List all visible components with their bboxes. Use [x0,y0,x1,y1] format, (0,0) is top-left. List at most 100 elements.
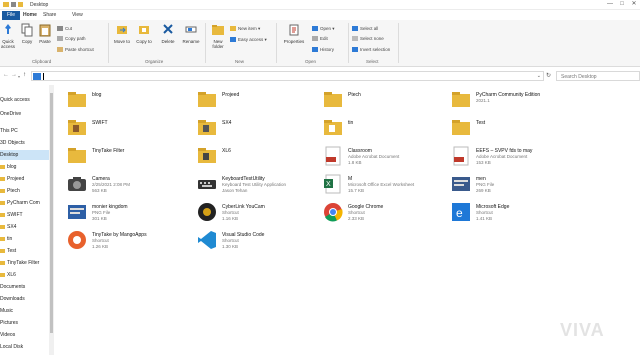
window-title: Desktop [30,2,49,8]
excel-icon: X [324,174,341,194]
file-item[interactable]: SWIFT [66,117,196,143]
file-item[interactable]: Projeed [196,89,326,115]
delete-button[interactable]: Delete [158,23,178,44]
new-folder-icon [212,25,224,35]
file-item[interactable]: Camera 2/25/2021 2:08 PM 563 KB [66,173,196,199]
sidebar-item-ptech[interactable]: Ptech [0,186,52,196]
sidebar-item-tin[interactable]: tin [0,234,52,244]
sidebar-item-videos[interactable]: Videos [0,330,52,340]
invert-selection-button[interactable]: Invert selection [352,47,390,53]
rename-button[interactable]: Rename [180,23,202,44]
up-arrow-icon[interactable]: ↑ [23,72,26,78]
sidebar-item-blog[interactable]: blog [0,162,52,172]
chevron-down-icon[interactable]: ⌄ [537,73,541,79]
file-item[interactable]: X M Microsoft Office Excel Worksheet 15.… [322,173,452,199]
cut-button[interactable]: Cut [57,26,72,32]
sidebar-item-downloads[interactable]: Downloads [0,294,52,304]
copy-path-icon [57,36,63,42]
maximize-button[interactable]: □ [616,0,628,9]
file-item[interactable]: Test [450,117,580,143]
move-to-button[interactable]: Move to [112,23,132,44]
copy-button[interactable]: Copy [18,23,36,44]
file-item[interactable]: CyberLink YouCam Shortcut 1.16 KB [196,201,326,227]
close-button[interactable]: ✕ [628,0,640,9]
sidebar-item-tinytake-filter[interactable]: TinyTake Filter [0,258,52,268]
minimize-button[interactable]: — [604,0,616,9]
file-item[interactable]: tin [322,117,452,143]
ribbon-divider [348,23,349,63]
back-arrow-icon[interactable]: ← [3,72,9,78]
sidebar-item-this-pc[interactable]: This PC [0,126,52,136]
ribbon-divider [398,23,399,63]
file-item[interactable]: KeyboardTestUtility Keyboard Test Utilit… [196,173,326,199]
folder-icon [0,176,5,181]
camera-icon [68,177,86,191]
folder-icon [324,92,342,107]
edit-button[interactable]: Edit [312,36,328,42]
paste-button[interactable]: Paste [36,23,54,44]
sidebar-item-xl6[interactable]: XL6 [0,270,52,280]
refresh-icon[interactable]: ↻ [546,72,551,79]
file-item[interactable]: XL6 [196,145,326,171]
sidebar-item-sx4[interactable]: SX4 [0,222,52,232]
title-bar: Desktop — □ ✕ [0,0,640,10]
properties-button[interactable]: Properties [280,23,308,44]
copy-path-button[interactable]: Copy path [57,36,86,42]
sidebar-item-pycharm[interactable]: PyCharm Com [0,198,52,208]
file-list: blog Projeed Ptech PyCharm Community Edi… [56,85,640,360]
new-folder-button[interactable]: New folder [208,23,228,49]
quick-access-toolbar-icon[interactable] [3,1,27,8]
sidebar-scrollbar[interactable] [49,85,54,355]
folder-icon [324,120,342,135]
folder-icon [0,272,5,277]
folder-icon [0,200,5,205]
sidebar-item-test[interactable]: Test [0,246,52,256]
address-bar[interactable]: ⌄ [31,71,544,81]
sidebar-item-pictures[interactable]: Pictures [0,318,52,328]
recent-locations-icon[interactable]: ▾ [18,74,20,79]
file-item[interactable]: TinyTake by MangoApps Shortcut 1.26 KB [66,229,196,255]
file-item[interactable]: monier kingdom PNG File 301 KB [66,201,196,227]
file-item[interactable]: Visual Studio Code Shortcut 1.30 KB [196,229,326,255]
sidebar-item-projeed[interactable]: Projeed [0,174,52,184]
select-all-button[interactable]: Select all [352,26,378,32]
sidebar-item-documents[interactable]: Documents [0,282,52,292]
clipboard-icon [39,24,51,37]
file-item[interactable]: Classroom Adobe Acrobat Document 1.8 KB [322,145,452,171]
open-button[interactable]: Open ▾ [312,26,335,32]
file-item[interactable]: EEFS – SVPV fds to may Adobe Acrobat Doc… [450,145,580,171]
sidebar-item-onedrive[interactable]: OneDrive [0,109,52,119]
sidebar-item-desktop[interactable]: Desktop [0,150,52,160]
pdf-icon [453,146,469,166]
sidebar-item-local-disk[interactable]: Local Disk [0,342,52,352]
file-item[interactable]: PyCharm Community Edition 2021.1 [450,89,580,115]
file-item[interactable]: TinyTake Filter [66,145,196,171]
sidebar-item-swift[interactable]: SWIFT [0,210,52,220]
group-label-clipboard: Clipboard [32,59,52,64]
sidebar-item-music[interactable]: Music [0,306,52,316]
pdf-icon [325,146,341,166]
file-item[interactable]: Google Chrome Shortcut 2.33 KB [322,201,452,227]
scrollbar-thumb[interactable] [50,93,53,333]
easy-access-button[interactable]: Easy access ▾ [230,37,267,43]
search-input[interactable]: Search Desktop [556,71,640,81]
file-item[interactable]: blog [66,89,196,115]
history-button[interactable]: History [312,47,334,53]
new-item-button[interactable]: New item ▾ [230,26,260,32]
sidebar-item-quick-access[interactable]: Quick access [0,95,52,105]
folder-icon [68,120,86,135]
file-item[interactable]: Ptech [322,89,452,115]
new-item-icon [230,26,236,32]
tab-share[interactable]: Share [38,11,61,20]
forward-arrow-icon[interactable]: → [11,72,17,78]
file-item[interactable]: e Microsoft Edge Shortcut 1.41 KB [450,201,580,227]
copy-to-button[interactable]: Copy to [134,23,154,44]
select-none-button[interactable]: Select none [352,36,384,42]
pin-quick-access-button[interactable]: Quick access [0,23,16,49]
file-item[interactable]: men PNG File 269 KB [450,173,580,199]
paste-shortcut-button[interactable]: Paste shortcut [57,47,94,53]
tab-view[interactable]: View [67,11,88,20]
file-item[interactable]: SX4 [196,117,326,143]
sidebar-item-3d-objects[interactable]: 3D Objects [0,138,52,148]
ribbon: Quick access Copy Paste Cut Copy path Pa… [0,20,640,67]
